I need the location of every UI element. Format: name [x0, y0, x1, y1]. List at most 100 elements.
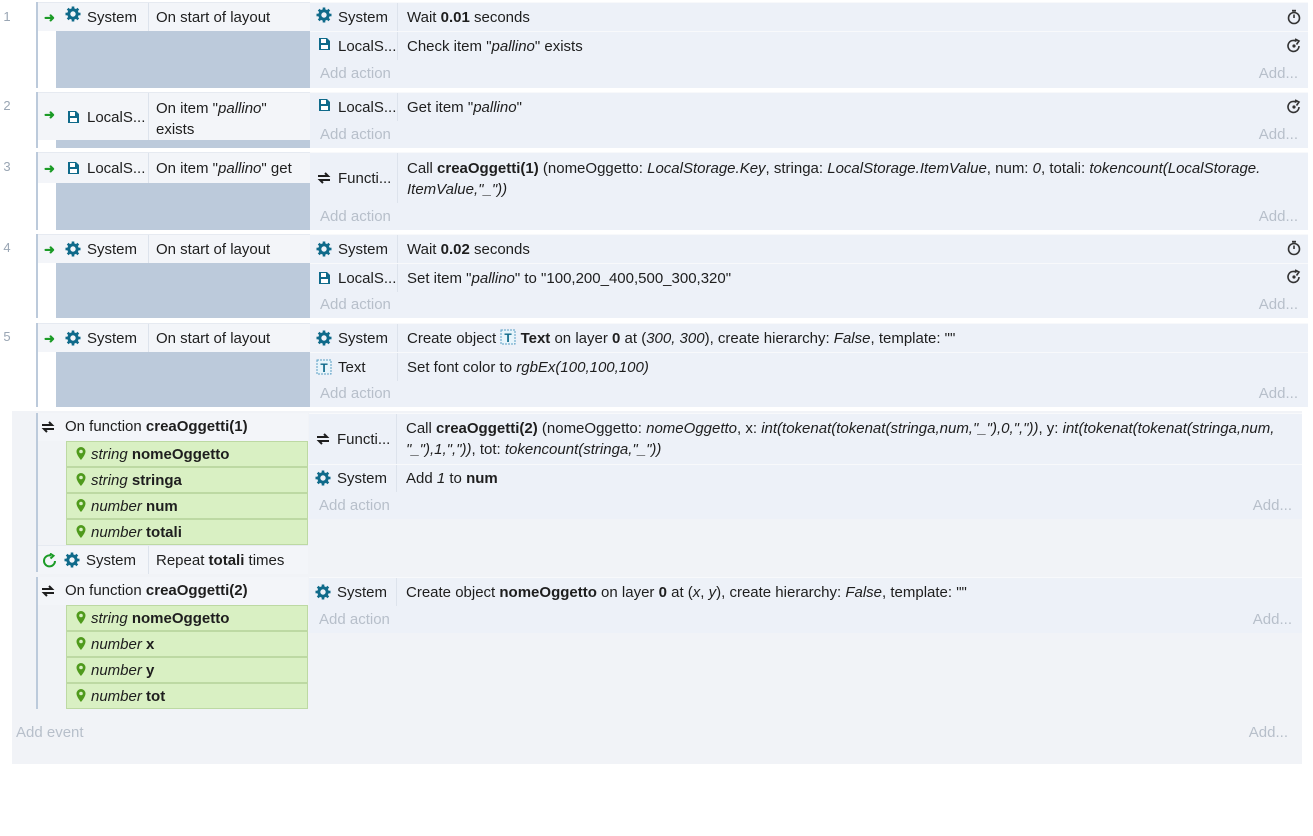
add-action-button[interactable]: Add action: [320, 121, 391, 148]
gear-icon: [65, 241, 81, 257]
action-object: Functi...: [337, 431, 391, 448]
action-row[interactable]: LocalS... Set item "pallino" to "100,200…: [310, 263, 1308, 292]
add-action-row[interactable]: Add action Add...: [310, 121, 1308, 148]
function-parameter[interactable]: number totali: [66, 519, 308, 545]
divider: [397, 264, 398, 292]
add-action-row[interactable]: Add action Add...: [309, 492, 1302, 519]
condition-text: On item "pallino" get: [156, 160, 292, 177]
function-parameter[interactable]: string stringa: [66, 467, 308, 493]
add-action-row[interactable]: Add action Add...: [309, 606, 1302, 633]
divider: [148, 153, 149, 183]
add-event-button[interactable]: Add event: [16, 719, 84, 747]
add-action-row[interactable]: Add action Add...: [310, 203, 1308, 230]
condition-text: On start of layout: [156, 241, 271, 258]
async-icon: [1287, 38, 1300, 53]
parameter-pin-icon: [76, 689, 86, 702]
condition-object: System: [87, 9, 138, 26]
condition-area: [56, 263, 310, 318]
add-action-button[interactable]: Add action: [319, 492, 390, 519]
add-action-row[interactable]: Add action Add...: [310, 60, 1308, 88]
gear-icon: [316, 7, 332, 23]
condition-object: System: [87, 241, 138, 258]
add-more-button[interactable]: Add...: [1259, 292, 1298, 318]
action-row[interactable]: Functi... Call creaOggetti(1) (nomeOgget…: [310, 152, 1308, 203]
action-row[interactable]: System Add 1 to num: [309, 464, 1302, 492]
gear-icon: [315, 470, 331, 486]
gear-icon: [315, 584, 331, 600]
condition-row[interactable]: ➜ LocalS... On item "pallino" exists: [38, 92, 310, 140]
function-parameter[interactable]: number y: [66, 657, 308, 683]
condition-text: On item "pallino" exists: [156, 100, 267, 138]
function-header[interactable]: On function creaOggetti(1): [38, 413, 308, 441]
storage-icon: [319, 38, 330, 50]
divider: [397, 353, 398, 381]
add-more-button[interactable]: Add...: [1259, 203, 1298, 230]
stopwatch-icon: [1287, 9, 1301, 25]
add-more-button[interactable]: Add...: [1253, 492, 1292, 519]
add-action-button[interactable]: Add action: [320, 60, 391, 88]
add-action-button[interactable]: Add action: [320, 381, 391, 407]
function-parameter[interactable]: number tot: [66, 683, 308, 709]
trigger-arrow-icon: ➜: [44, 161, 55, 176]
action-row[interactable]: Text Set font color to rgbEx(100,100,100…: [310, 352, 1308, 381]
condition-row[interactable]: ➜ System On start of layout: [38, 2, 310, 31]
condition-row[interactable]: System Repeat totali times: [38, 545, 308, 574]
add-more-button[interactable]: Add...: [1259, 381, 1298, 407]
function-parameter[interactable]: number num: [66, 493, 308, 519]
add-action-button[interactable]: Add action: [319, 606, 390, 633]
add-event-row[interactable]: Add event Add...: [12, 719, 1302, 747]
add-more-button[interactable]: Add...: [1249, 719, 1288, 747]
action-row[interactable]: System Wait 0.01 seconds: [310, 2, 1308, 31]
event-number: 5: [3, 329, 11, 344]
function-parameter[interactable]: string nomeOggetto: [66, 441, 308, 467]
action-object: System: [337, 584, 388, 601]
action-text: Call creaOggetti(1) (nomeOggetto: LocalS…: [407, 160, 1261, 198]
text-object-icon: [316, 359, 332, 375]
function-icon: [41, 585, 55, 597]
action-row[interactable]: Functi... Call creaOggetti(2) (nomeOgget…: [309, 413, 1302, 464]
parameter-pin-icon: [76, 473, 86, 486]
divider: [397, 153, 398, 203]
gear-icon: [316, 330, 332, 346]
add-action-row[interactable]: Add action Add...: [310, 381, 1308, 407]
condition-text: Repeat totali times: [156, 552, 285, 569]
function-parameter[interactable]: string nomeOggetto: [66, 605, 308, 631]
divider: [397, 3, 398, 31]
action-text: Get item "pallino": [407, 99, 522, 116]
action-text: Add 1 to num: [406, 470, 498, 487]
condition-area: [56, 31, 310, 88]
add-action-button[interactable]: Add action: [320, 292, 391, 318]
action-row[interactable]: System Wait 0.02 seconds: [310, 234, 1308, 263]
divider: [148, 546, 149, 574]
action-object: System: [338, 9, 389, 26]
action-object: Functi...: [338, 170, 392, 187]
action-text: Create object nomeOggetto on layer 0 at …: [406, 584, 967, 601]
gear-icon: [64, 552, 80, 568]
add-more-button[interactable]: Add...: [1253, 606, 1292, 633]
condition-row[interactable]: ➜ System On start of layout: [38, 234, 310, 263]
condition-object: LocalS...: [87, 160, 146, 177]
action-row[interactable]: LocalS... Check item "pallino" exists: [310, 31, 1308, 60]
action-row[interactable]: System Create object Text on layer 0 at …: [310, 323, 1308, 352]
add-more-button[interactable]: Add...: [1259, 121, 1298, 148]
function-title: On function creaOggetti(1): [65, 418, 248, 435]
condition-row[interactable]: ➜ LocalS... On item "pallino" get: [38, 152, 310, 183]
action-row[interactable]: LocalS... Get item "pallino": [310, 92, 1308, 121]
text-object-icon: [500, 329, 516, 346]
add-action-button[interactable]: Add action: [320, 203, 391, 230]
condition-object: LocalS...: [87, 109, 146, 126]
event-number: 4: [3, 240, 11, 255]
add-action-row[interactable]: Add action Add...: [310, 292, 1308, 318]
action-text: Create object Text on layer 0 at (300, 3…: [407, 329, 956, 347]
action-text: Set font color to rgbEx(100,100,100): [407, 359, 649, 376]
action-object: System: [337, 470, 388, 487]
action-text: Wait 0.01 seconds: [407, 9, 530, 26]
condition-row[interactable]: ➜ System On start of layout: [38, 323, 310, 352]
gear-icon: [316, 241, 332, 257]
function-icon: [316, 433, 330, 445]
action-row[interactable]: System Create object nomeOggetto on laye…: [309, 577, 1302, 606]
function-header[interactable]: On function creaOggetti(2): [38, 577, 308, 605]
add-more-button[interactable]: Add...: [1259, 60, 1298, 88]
function-parameter[interactable]: number x: [66, 631, 308, 657]
action-object: Text: [338, 359, 366, 376]
